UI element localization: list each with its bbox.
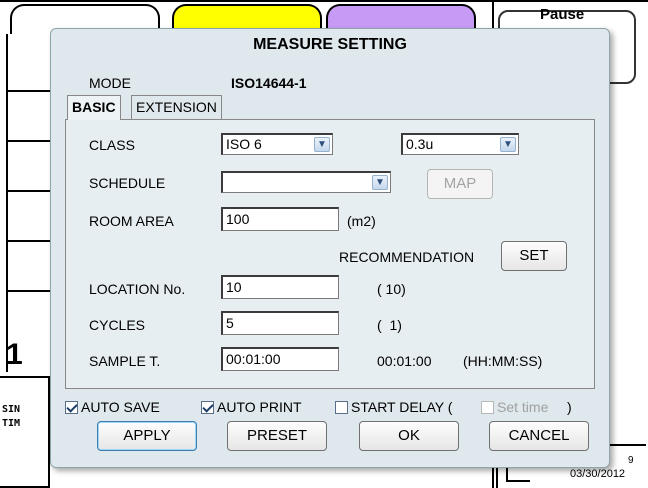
chevron-down-icon: ▼ xyxy=(500,137,516,152)
set-time-label: Set time xyxy=(497,399,549,415)
screen: 1 SIN TIM Pause 9 03/30/2012 MEASURE SET… xyxy=(0,0,648,488)
measure-setting-dialog: MEASURE SETTING MODE ISO14644-1 BASIC EX… xyxy=(50,28,610,468)
checkbox-icon xyxy=(481,401,494,414)
class-select[interactable]: ISO 6 ▼ xyxy=(221,133,333,155)
auto-print-label: AUTO PRINT xyxy=(217,399,302,415)
room-area-label: ROOM AREA xyxy=(89,213,174,229)
cycles-label: CYCLES xyxy=(89,317,146,333)
bg-label-tim: TIM xyxy=(2,418,21,429)
location-recommendation: ( 10) xyxy=(377,281,406,297)
cycles-recommendation: ( 1) xyxy=(377,317,402,333)
start-delay-checkbox[interactable]: START DELAY ( xyxy=(335,399,452,415)
dialog-title: MEASURE SETTING xyxy=(253,36,407,53)
mode-value: ISO14644-1 xyxy=(231,75,307,91)
bg-footer-number: 9 xyxy=(628,455,634,466)
schedule-label: SCHEDULE xyxy=(89,175,166,191)
location-input[interactable]: 10 xyxy=(221,275,339,299)
room-area-unit: (m2) xyxy=(347,213,376,229)
recommendation-label: RECOMMENDATION xyxy=(339,249,475,265)
bg-top-border xyxy=(0,0,492,2)
sample-time-label: SAMPLE T. xyxy=(89,353,161,369)
sample-time-format: (HH:MM:SS) xyxy=(463,353,543,369)
bg-bottom-box xyxy=(0,376,50,488)
room-area-input[interactable]: 100 xyxy=(221,207,339,231)
checkmark-icon xyxy=(201,401,214,414)
bg-footer-date: 03/30/2012 xyxy=(570,468,626,480)
bg-big-number: 1 xyxy=(6,338,23,371)
bg-label-sin: SIN xyxy=(2,404,21,415)
auto-save-checkbox[interactable]: AUTO SAVE xyxy=(65,399,160,415)
ok-button[interactable]: OK xyxy=(359,421,459,451)
tab-basic[interactable]: BASIC xyxy=(67,95,121,120)
map-button[interactable]: MAP xyxy=(427,169,493,199)
class-select-value: ISO 6 xyxy=(226,136,262,152)
set-time-checkbox[interactable]: Set time xyxy=(481,399,548,415)
apply-button[interactable]: APPLY xyxy=(97,421,197,451)
sample-time-recommendation: 00:01:00 xyxy=(377,353,432,369)
pause-label: Pause xyxy=(540,6,585,23)
preset-button[interactable]: PRESET xyxy=(227,421,327,451)
checkbox-icon xyxy=(335,401,348,414)
bg-right-top-border xyxy=(494,0,648,2)
particle-size-select[interactable]: 0.3u ▼ xyxy=(401,133,519,155)
cycles-input[interactable]: 5 xyxy=(221,311,339,335)
auto-save-label: AUTO SAVE xyxy=(81,399,160,415)
mode-label: MODE xyxy=(89,75,131,91)
particle-size-value: 0.3u xyxy=(406,136,434,152)
close-paren: ) xyxy=(567,399,572,415)
tab-extension[interactable]: EXTENSION xyxy=(131,95,222,119)
set-button[interactable]: SET xyxy=(501,241,567,271)
location-label: LOCATION No. xyxy=(89,281,186,297)
class-label: CLASS xyxy=(89,137,135,153)
chevron-down-icon: ▼ xyxy=(372,175,388,190)
chevron-down-icon: ▼ xyxy=(314,137,330,152)
sample-time-input[interactable]: 00:01:00 xyxy=(221,347,339,371)
schedule-select[interactable]: ▼ xyxy=(221,171,391,193)
checkmark-icon xyxy=(65,401,78,414)
cancel-button[interactable]: CANCEL xyxy=(489,421,589,451)
start-delay-label: START DELAY ( xyxy=(351,399,453,415)
auto-print-checkbox[interactable]: AUTO PRINT xyxy=(201,399,302,415)
